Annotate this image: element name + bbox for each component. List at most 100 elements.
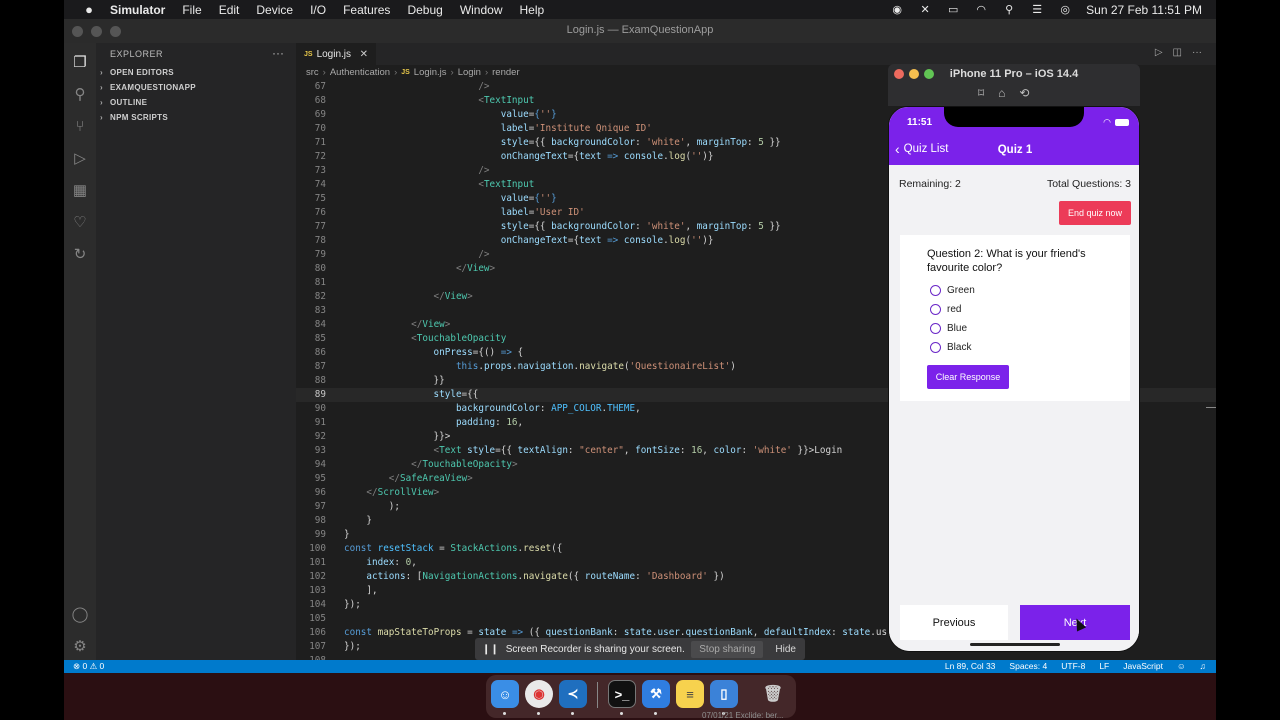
chrome-icon[interactable]: ◉ xyxy=(525,680,553,708)
section-label: OUTLINE xyxy=(110,98,148,107)
spotlight-search-icon[interactable]: ⚲ xyxy=(1002,4,1016,16)
clear-response-button[interactable]: Clear Response xyxy=(927,365,1009,389)
hide-button[interactable]: Hide xyxy=(775,644,796,655)
more-actions-icon[interactable]: ··· xyxy=(1192,47,1202,58)
home-indicator[interactable] xyxy=(970,643,1060,646)
settings-gear-icon[interactable]: ⚙ xyxy=(70,637,90,657)
end-of-line[interactable]: LF xyxy=(1099,661,1109,671)
breadcrumb-item[interactable]: src xyxy=(306,67,319,78)
code-token: < xyxy=(344,95,484,106)
running-indicator xyxy=(571,712,574,715)
breadcrumb-item[interactable]: Login xyxy=(458,67,481,78)
finder-icon[interactable]: ☺ xyxy=(491,680,519,708)
menu-edit[interactable]: Edit xyxy=(219,3,240,17)
code-token: > xyxy=(467,473,473,484)
search-icon[interactable]: ⚲ xyxy=(70,85,90,105)
menu-io[interactable]: I/O xyxy=(310,3,326,17)
menu-debug[interactable]: Debug xyxy=(407,3,442,17)
wifi-icon: ◠ xyxy=(1103,117,1111,127)
language-mode[interactable]: JavaScript xyxy=(1123,661,1163,671)
line-number: 85 xyxy=(314,333,326,344)
tab-login-js[interactable]: JS Login.js ✕ xyxy=(296,43,376,65)
radio-unchecked-icon[interactable] xyxy=(930,285,941,296)
option-red[interactable]: red xyxy=(930,304,961,315)
code-text: /> xyxy=(344,164,489,178)
cursor-position[interactable]: Ln 89, Col 33 xyxy=(945,661,996,671)
stop-sharing-button[interactable]: Stop sharing xyxy=(691,640,764,658)
line-number: 92 xyxy=(314,431,326,442)
section-npm-scripts[interactable]: › NPM SCRIPTS xyxy=(100,113,168,122)
menu-features[interactable]: Features xyxy=(343,3,390,17)
indentation[interactable]: Spaces: 4 xyxy=(1009,661,1047,671)
code-token: 'Institute Qnique ID' xyxy=(534,123,652,134)
run-icon[interactable]: ▷ xyxy=(1155,47,1163,58)
siri-icon[interactable]: ◎ xyxy=(1058,4,1072,16)
notes-icon[interactable]: ≡ xyxy=(676,680,704,708)
section-project[interactable]: › EXAMQUESTIONAPP xyxy=(100,83,196,92)
bluetooth-off-icon[interactable]: ✕ xyxy=(918,4,932,16)
rotate-icon[interactable]: ⟲ xyxy=(1019,86,1029,100)
extensions-icon[interactable]: ▦ xyxy=(70,181,90,201)
problems-count[interactable]: ⊗ 0 ⚠ 0 xyxy=(73,661,104,672)
breadcrumb-item[interactable]: Authentication xyxy=(330,67,390,78)
code-token: '' xyxy=(539,193,552,204)
code-token: </ xyxy=(344,319,423,330)
line-number: 95 xyxy=(314,473,326,484)
line-number: 82 xyxy=(314,291,326,302)
radio-unchecked-icon[interactable] xyxy=(930,323,941,334)
section-label: NPM SCRIPTS xyxy=(110,113,168,122)
code-token: ({ xyxy=(528,627,546,638)
option-blue[interactable]: Blue xyxy=(930,323,967,334)
previous-button[interactable]: Previous xyxy=(900,605,1008,640)
end-quiz-button[interactable]: End quiz now xyxy=(1059,201,1131,225)
menu-window[interactable]: Window xyxy=(460,3,503,17)
code-token: style xyxy=(344,221,529,232)
wifi-icon[interactable]: ◠ xyxy=(974,4,988,16)
run-debug-icon[interactable]: ▷ xyxy=(70,149,90,169)
source-control-icon[interactable]: ⑂ xyxy=(70,117,90,137)
home-icon[interactable]: ⌂ xyxy=(998,86,1005,100)
line-number: 97 xyxy=(314,501,326,512)
close-tab-icon[interactable]: ✕ xyxy=(360,49,368,60)
breadcrumb-item[interactable]: render xyxy=(492,67,519,78)
menu-help[interactable]: Help xyxy=(520,3,545,17)
section-outline[interactable]: › OUTLINE xyxy=(100,98,147,107)
breadcrumb-item[interactable]: Login.js xyxy=(414,67,447,78)
option-green[interactable]: Green xyxy=(930,285,975,296)
screenshot-camera-icon[interactable]: ⌑ xyxy=(978,86,984,100)
sharing-message: Screen Recorder is sharing your screen. xyxy=(505,643,685,655)
line-number: 98 xyxy=(314,515,326,526)
favorites-heart-icon[interactable]: ♡ xyxy=(70,213,90,233)
chevron-right-icon: › xyxy=(394,67,398,78)
explorer-more-icon[interactable]: ··· xyxy=(272,46,284,60)
feedback-icon[interactable]: ☺ xyxy=(1177,661,1186,671)
account-icon[interactable]: ◯ xyxy=(70,605,90,625)
screen-recorder-icon[interactable]: ◉ xyxy=(890,4,904,16)
app-menu[interactable]: Simulator xyxy=(110,3,165,17)
xcode-icon[interactable]: ⚒ xyxy=(642,680,670,708)
radio-unchecked-icon[interactable] xyxy=(930,304,941,315)
code-token: , xyxy=(752,627,764,638)
apple-menu-icon[interactable]: ● xyxy=(78,2,100,17)
section-label: EXAMQUESTIONAPP xyxy=(110,83,196,92)
option-black[interactable]: Black xyxy=(930,342,971,353)
menu-device[interactable]: Device xyxy=(256,3,293,17)
dock-separator xyxy=(597,682,598,708)
radio-unchecked-icon[interactable] xyxy=(930,342,941,353)
split-editor-icon[interactable]: ◫ xyxy=(1173,47,1182,58)
section-open-editors[interactable]: › OPEN EDITORS xyxy=(100,68,174,77)
pause-icon[interactable]: ❙❙ xyxy=(482,644,499,655)
encoding[interactable]: UTF-8 xyxy=(1061,661,1085,671)
menubar-clock[interactable]: Sun 27 Feb 11:51 PM xyxy=(1086,3,1202,17)
explorer-files-icon[interactable]: ❐ xyxy=(70,53,90,73)
remote-share-icon[interactable]: ↻ xyxy=(70,245,90,265)
terminal-icon[interactable]: >_ xyxy=(608,680,636,708)
control-center-icon[interactable]: ☰ xyxy=(1030,4,1044,16)
simulator-icon[interactable]: ▯ xyxy=(710,680,738,708)
battery-icon[interactable]: ▭ xyxy=(946,4,960,16)
menu-file[interactable]: File xyxy=(182,3,201,17)
code-token: : xyxy=(394,557,406,568)
trash-icon[interactable]: 🗑 xyxy=(759,680,787,708)
notifications-bell-icon[interactable]: ♫ xyxy=(1200,661,1206,671)
vscode-icon[interactable]: ≺ xyxy=(559,680,587,708)
